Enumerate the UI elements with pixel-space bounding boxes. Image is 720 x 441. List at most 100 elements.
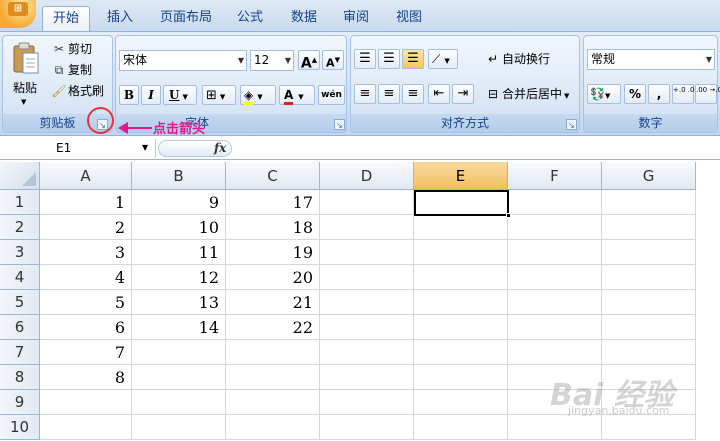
align-left-button[interactable]: ≡ <box>354 84 376 104</box>
row-header-6[interactable]: 6 <box>0 315 40 340</box>
cell-a10[interactable] <box>40 415 132 440</box>
tab-data[interactable]: 数据 <box>282 6 326 31</box>
tab-page-layout[interactable]: 页面布局 <box>152 6 220 31</box>
cell-g10[interactable] <box>602 415 696 440</box>
alignment-dialog-launcher-icon[interactable]: ↘ <box>566 119 577 130</box>
align-middle-button[interactable]: ☰ <box>378 49 400 69</box>
cell-g6[interactable] <box>602 315 696 340</box>
increase-decimal-button[interactable]: +.0 .00 <box>672 84 699 104</box>
insert-function-icon[interactable]: fx <box>214 139 226 157</box>
cell-c1[interactable]: 17 <box>226 190 320 215</box>
fill-color-button[interactable]: ◈ ▼ <box>240 85 276 105</box>
cell-c2[interactable]: 18 <box>226 215 320 240</box>
cell-c4[interactable]: 20 <box>226 265 320 290</box>
merge-center-button[interactable]: ⊟ 合并后居中 ▼ <box>483 84 577 104</box>
cell-f7[interactable] <box>508 340 602 365</box>
underline-button[interactable]: U ▼ <box>163 85 197 105</box>
column-header-f[interactable]: F <box>508 162 602 190</box>
decrease-decimal-button[interactable]: .00 →.0 <box>695 84 720 104</box>
font-dialog-launcher-icon[interactable]: ↘ <box>334 119 345 130</box>
cell-f3[interactable] <box>508 240 602 265</box>
cell-b8[interactable] <box>132 365 226 390</box>
cell-a6[interactable]: 6 <box>40 315 132 340</box>
cell-d1[interactable] <box>320 190 414 215</box>
select-all-button[interactable] <box>0 162 40 190</box>
cell-e7[interactable] <box>414 340 508 365</box>
cell-a4[interactable]: 4 <box>40 265 132 290</box>
cell-d4[interactable] <box>320 265 414 290</box>
cell-c6[interactable]: 22 <box>226 315 320 340</box>
align-right-button[interactable]: ≡ <box>402 84 424 104</box>
cell-b2[interactable]: 10 <box>132 215 226 240</box>
cell-f5[interactable] <box>508 290 602 315</box>
chevron-down-icon[interactable]: ▼ <box>142 139 148 157</box>
cell-d6[interactable] <box>320 315 414 340</box>
cell-b10[interactable] <box>132 415 226 440</box>
row-header-2[interactable]: 2 <box>0 215 40 240</box>
cell-g1[interactable] <box>602 190 696 215</box>
tab-formulas[interactable]: 公式 <box>228 6 272 31</box>
cell-f1[interactable] <box>508 190 602 215</box>
cell-a5[interactable]: 5 <box>40 290 132 315</box>
cut-button[interactable]: ✂ 剪切 <box>49 39 109 59</box>
cell-f4[interactable] <box>508 265 602 290</box>
shrink-font-button[interactable]: A▼ <box>322 50 344 70</box>
column-header-a[interactable]: A <box>40 162 132 190</box>
comma-style-button[interactable]: , <box>648 84 670 104</box>
row-header-1[interactable]: 1 <box>0 190 40 215</box>
cell-d10[interactable] <box>320 415 414 440</box>
increase-indent-button[interactable]: ⇥ <box>452 84 474 104</box>
cell-a3[interactable]: 3 <box>40 240 132 265</box>
percent-button[interactable]: % <box>624 84 646 104</box>
paste-button[interactable]: 粘贴 ▼ <box>6 38 44 106</box>
cell-c8[interactable] <box>226 365 320 390</box>
font-color-button[interactable]: A ▼ <box>279 85 315 105</box>
office-button[interactable]: ⊞ <box>0 0 36 28</box>
row-header-8[interactable]: 8 <box>0 365 40 390</box>
cell-b5[interactable]: 13 <box>132 290 226 315</box>
column-header-d[interactable]: D <box>320 162 414 190</box>
cell-b3[interactable]: 11 <box>132 240 226 265</box>
column-header-c[interactable]: C <box>226 162 320 190</box>
cell-g7[interactable] <box>602 340 696 365</box>
cell-a2[interactable]: 2 <box>40 215 132 240</box>
cell-g5[interactable] <box>602 290 696 315</box>
cell-f10[interactable] <box>508 415 602 440</box>
fill-handle[interactable] <box>506 213 511 218</box>
accounting-format-button[interactable]: 💱▼ <box>587 84 621 104</box>
tab-review[interactable]: 审阅 <box>334 6 378 31</box>
cell-f6[interactable] <box>508 315 602 340</box>
row-header-4[interactable]: 4 <box>0 265 40 290</box>
cell-b4[interactable]: 12 <box>132 265 226 290</box>
cell-f2[interactable] <box>508 215 602 240</box>
column-header-g[interactable]: G <box>602 162 696 190</box>
decrease-indent-button[interactable]: ⇤ <box>428 84 450 104</box>
cell-d9[interactable] <box>320 390 414 415</box>
italic-button[interactable]: I <box>141 85 161 105</box>
cell-b9[interactable] <box>132 390 226 415</box>
formula-input[interactable] <box>234 139 720 158</box>
cell-d8[interactable] <box>320 365 414 390</box>
cell-b1[interactable]: 9 <box>132 190 226 215</box>
orientation-button[interactable]: ⟋ ▼ <box>428 49 458 69</box>
number-format-select[interactable]: 常规 ▼ <box>587 49 715 70</box>
cell-b6[interactable]: 14 <box>132 315 226 340</box>
cell-a8[interactable]: 8 <box>40 365 132 390</box>
cell-a7[interactable]: 7 <box>40 340 132 365</box>
name-box[interactable]: E1 <box>0 139 156 158</box>
tab-insert[interactable]: 插入 <box>96 6 144 31</box>
row-header-7[interactable]: 7 <box>0 340 40 365</box>
borders-button[interactable]: ⊞ ▼ <box>202 85 236 105</box>
cell-c7[interactable] <box>226 340 320 365</box>
column-header-b[interactable]: B <box>132 162 226 190</box>
row-header-3[interactable]: 3 <box>0 240 40 265</box>
cell-d5[interactable] <box>320 290 414 315</box>
align-top-button[interactable]: ☰ <box>354 49 376 69</box>
cell-c9[interactable] <box>226 390 320 415</box>
cell-e4[interactable] <box>414 265 508 290</box>
tab-view[interactable]: 视图 <box>387 6 431 31</box>
font-name-select[interactable]: 宋体 ▼ <box>119 50 247 71</box>
column-header-e[interactable]: E <box>414 162 508 190</box>
cell-c3[interactable]: 19 <box>226 240 320 265</box>
font-size-select[interactable]: 12 ▼ <box>250 50 294 71</box>
